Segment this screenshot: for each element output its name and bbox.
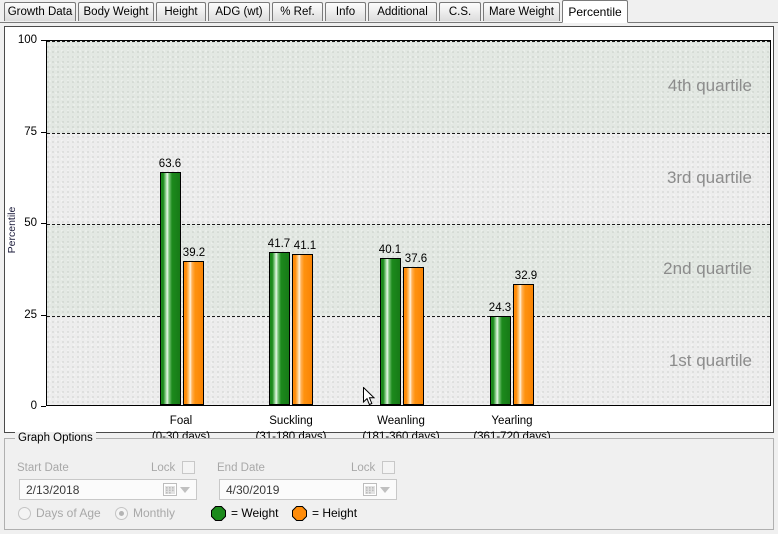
quartile-label-2: 2nd quartile	[663, 259, 752, 278]
y-axis-title: Percentile	[6, 206, 18, 254]
ytick-mark-100	[41, 40, 46, 41]
end-lock-label: Lock	[351, 462, 376, 474]
tab-info[interactable]: Info	[325, 2, 366, 21]
bar-label-height-weanling: 37.6	[404, 253, 428, 265]
chart-panel: 4th quartile 3rd quartile 2nd quartile 1…	[4, 26, 774, 443]
start-date-input[interactable]: 2/13/2018	[19, 479, 197, 500]
gridline-75	[47, 132, 770, 134]
quartile-label-1: 1st quartile	[668, 351, 752, 370]
radio-days-of-age-label: Days of Age	[36, 506, 101, 520]
legend-label-height: = Height	[312, 506, 358, 520]
start-lock-checkbox[interactable]	[182, 461, 195, 474]
radio-days-of-age[interactable]	[18, 507, 31, 520]
xcat-weanling-name: Weanling	[377, 415, 425, 427]
gridline-50	[47, 224, 770, 225]
tab-ref[interactable]: % Ref.	[272, 2, 323, 21]
quartile-label-3: 3rd quartile	[666, 168, 752, 187]
plot-area[interactable]: 4th quartile 3rd quartile 2nd quartile 1…	[46, 40, 771, 406]
tab-additional[interactable]: Additional	[368, 2, 437, 21]
bar-height-weanling[interactable]	[403, 267, 424, 405]
xcat-foal-name: Foal	[169, 415, 193, 427]
end-date-input[interactable]: 4/30/2019	[219, 479, 397, 500]
radio-monthly[interactable]	[115, 507, 128, 520]
tab-mare-weight[interactable]: Mare Weight	[483, 2, 560, 21]
legend-label-weight: = Weight	[231, 506, 279, 520]
bar-height-foal[interactable]	[183, 261, 204, 405]
tab-percentile[interactable]: Percentile	[562, 0, 628, 23]
gridline-100	[47, 41, 770, 42]
bar-weight-yearling[interactable]	[490, 316, 511, 405]
bar-height-suckling[interactable]	[292, 254, 313, 405]
tab-c-s[interactable]: C.S.	[439, 2, 481, 21]
tab-strip: Growth Data Body Weight Height ADG (wt)% Re…	[0, 0, 778, 23]
tab-growth-data[interactable]: Growth Data	[4, 2, 76, 21]
bar-weight-suckling[interactable]	[269, 252, 290, 405]
quartile-label-4: 4th quartile	[667, 76, 752, 95]
radio-monthly-label: Monthly	[133, 506, 176, 520]
start-date-label: Start Date	[17, 462, 69, 474]
bar-label-height-foal: 39.2	[182, 247, 206, 259]
tab-adg-wt[interactable]: ADG (wt)	[208, 2, 270, 21]
bar-label-weight-foal: 63.6	[158, 158, 182, 170]
ytick-mark-50	[41, 223, 46, 224]
percentile-graph-window: Growth Data Body Weight Height ADG (wt)% Re…	[0, 0, 778, 534]
tab-body-weight[interactable]: Body Weight	[78, 2, 154, 21]
bar-label-weight-suckling: 41.7	[267, 238, 291, 250]
end-lock-checkbox[interactable]	[382, 461, 395, 474]
ytick-label-100: 100	[17, 34, 37, 46]
calendar-icon-end[interactable]	[363, 482, 378, 497]
chevron-down-icon-start[interactable]	[180, 486, 190, 493]
start-lock-label: Lock	[151, 462, 176, 474]
bar-label-height-yearling: 32.9	[514, 270, 538, 282]
bar-weight-weanling[interactable]	[380, 258, 401, 405]
end-date-value: 4/30/2019	[226, 482, 280, 497]
legend-marker-weight	[211, 506, 226, 521]
graph-options-group: Graph Options Start Date Lock 2/13/2018 …	[4, 432, 774, 530]
quartile-band-4	[47, 41, 770, 133]
quartile-band-3	[47, 132, 770, 224]
tab-height[interactable]: Height	[156, 2, 206, 21]
ytick-mark-0	[41, 405, 46, 407]
graph-options-title: Graph Options	[15, 432, 96, 444]
ytick-mark-25	[41, 314, 46, 316]
xcat-suckling-name: Suckling	[269, 415, 313, 427]
bar-label-weight-yearling: 24.3	[488, 302, 512, 314]
ytick-label-75: 75	[24, 125, 37, 138]
calendar-icon-start[interactable]	[163, 482, 178, 497]
bar-height-yearling[interactable]	[513, 284, 534, 405]
xcat-yearling-name: Yearling	[491, 415, 533, 427]
ytick-label-0: 0	[30, 399, 37, 412]
ytick-mark-75	[41, 131, 46, 133]
ytick-label-25: 25	[24, 308, 37, 321]
tab-strip-underline	[0, 22, 778, 23]
chevron-down-icon-end[interactable]	[380, 486, 390, 493]
bar-weight-foal[interactable]	[160, 172, 181, 405]
start-date-value: 2/13/2018	[26, 482, 80, 497]
bar-label-weight-weanling: 40.1	[378, 244, 402, 256]
end-date-label: End Date	[217, 462, 265, 474]
radio-monthly-dot	[119, 511, 124, 516]
bar-label-height-suckling: 41.1	[293, 240, 317, 252]
legend-marker-height	[292, 506, 307, 521]
